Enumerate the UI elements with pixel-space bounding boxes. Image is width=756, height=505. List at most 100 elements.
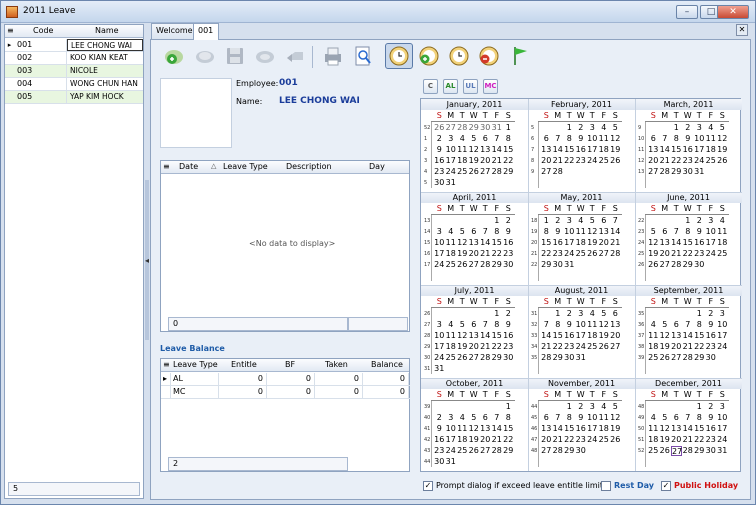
calendar-day[interactable]: 17 — [446, 156, 457, 166]
calendar-day[interactable]: 30 — [694, 260, 705, 270]
calendar-day[interactable]: 12 — [648, 238, 659, 248]
entitle-cell[interactable]: 0 — [219, 373, 267, 385]
calendar-day[interactable]: 3 — [694, 123, 705, 133]
calendar-day[interactable]: 24 — [446, 167, 457, 177]
calendar-day[interactable]: 13 — [610, 320, 621, 330]
calendar-day[interactable]: 5 — [660, 320, 671, 330]
calendar-day[interactable]: 31 — [576, 353, 587, 363]
calendar-day[interactable]: 14 — [541, 331, 552, 341]
calendar-day[interactable]: 29 — [492, 353, 503, 363]
calendar-day[interactable]: 29 — [694, 353, 705, 363]
calendar-day[interactable]: 16 — [553, 238, 564, 248]
calendar-day[interactable]: 20 — [648, 156, 659, 166]
calendar-day[interactable]: 16 — [564, 331, 575, 341]
calendar-day[interactable]: 20 — [480, 435, 491, 445]
calendar-day[interactable]: 14 — [492, 424, 503, 434]
calendar-day[interactable]: 21 — [683, 435, 694, 445]
calendar-day[interactable]: 8 — [503, 413, 514, 423]
calendar-day[interactable]: 11 — [446, 331, 457, 341]
employee-code-cell[interactable]: 002 — [14, 52, 67, 64]
calendar-day[interactable]: 19 — [469, 435, 480, 445]
calendar-day[interactable]: 6 — [480, 413, 491, 423]
prompt-exceed-checkbox[interactable]: ✓ — [423, 481, 433, 491]
calendar-day[interactable]: 20 — [660, 249, 671, 259]
calendar-day[interactable]: 3 — [446, 134, 457, 144]
calendar-day[interactable]: 15 — [671, 145, 682, 155]
calendar-day[interactable]: 18 — [717, 238, 728, 248]
calendar-day[interactable]: 2 — [576, 402, 587, 412]
calendar-day[interactable]: 22 — [671, 156, 682, 166]
employee-photo[interactable] — [160, 78, 232, 148]
calendar-day[interactable]: 15 — [492, 238, 503, 248]
calendar-day[interactable]: 12 — [599, 320, 610, 330]
print-icon[interactable] — [321, 44, 345, 68]
calendar-day[interactable]: 2 — [706, 402, 717, 412]
calendar-day[interactable]: 8 — [564, 134, 575, 144]
calendar-day[interactable]: 15 — [503, 424, 514, 434]
calendar-day[interactable]: 15 — [564, 424, 575, 434]
calendar-day[interactable]: 18 — [446, 249, 457, 259]
calendar-day[interactable]: 24 — [576, 342, 587, 352]
calendar-day[interactable]: 26 — [660, 446, 671, 456]
calendar-day[interactable]: 9 — [576, 134, 587, 144]
calendar-day[interactable]: 2 — [434, 134, 445, 144]
calendar-day[interactable]: 13 — [469, 238, 480, 248]
calendar-day[interactable]: 8 — [564, 413, 575, 423]
calendar-day[interactable]: 30 — [683, 167, 694, 177]
calendar-day[interactable]: 11 — [457, 424, 468, 434]
calendar-day[interactable]: 18 — [457, 435, 468, 445]
tab-close-button[interactable]: ✕ — [736, 24, 748, 36]
leave-type-button-mc[interactable]: MC — [483, 79, 498, 94]
calendar-day[interactable]: 12 — [469, 424, 480, 434]
calendar-day[interactable]: 29 — [694, 446, 705, 456]
calendar-day[interactable]: 31 — [446, 457, 457, 467]
calendar-day[interactable]: 30 — [706, 446, 717, 456]
calendar-day[interactable]: 20 — [599, 238, 610, 248]
leave-clock-icon[interactable] — [387, 44, 411, 68]
close-button[interactable]: ✕ — [717, 5, 749, 19]
save-icon[interactable] — [223, 44, 247, 68]
calendar-day[interactable]: 22 — [694, 342, 705, 352]
calendar-day[interactable]: 12 — [469, 145, 480, 155]
calendar-day[interactable]: 10 — [446, 145, 457, 155]
calendar-day[interactable]: 21 — [492, 156, 503, 166]
calendar-day[interactable]: 23 — [503, 342, 514, 352]
calendar-day[interactable]: 27 — [671, 353, 682, 363]
calendar-day[interactable]: 30 — [564, 353, 575, 363]
calendar-day[interactable]: 6 — [469, 320, 480, 330]
calendar-day[interactable]: 9 — [694, 227, 705, 237]
calendar-day[interactable]: 4 — [587, 309, 598, 319]
calendar-day[interactable]: 3 — [434, 227, 445, 237]
employee-name-cell[interactable]: NICOLE — [67, 65, 143, 77]
calendar-day[interactable]: 15 — [564, 145, 575, 155]
description-column-header[interactable]: Description — [286, 162, 332, 171]
calendar-day[interactable]: 14 — [683, 424, 694, 434]
calendar-day[interactable]: 22 — [503, 156, 514, 166]
calendar-day[interactable]: 5 — [469, 134, 480, 144]
calendar-day[interactable]: 24 — [717, 342, 728, 352]
calendar-day[interactable]: 28 — [480, 353, 491, 363]
leave-type-button-al[interactable]: AL — [443, 79, 458, 94]
calendar-day[interactable]: 5 — [717, 123, 728, 133]
calendar-day[interactable]: 26 — [457, 260, 468, 270]
calendar-day[interactable]: 18 — [648, 435, 659, 445]
calendar-day[interactable]: 14 — [553, 145, 564, 155]
calendar-day[interactable]: 29 — [671, 167, 682, 177]
calendar-day[interactable]: 21 — [492, 435, 503, 445]
employee-name-cell[interactable]: WONG CHUN HAN — [67, 78, 143, 90]
calendar-day[interactable]: 8 — [503, 134, 514, 144]
calendar-day[interactable]: 4 — [576, 216, 587, 226]
calendar-day[interactable]: 2 — [683, 123, 694, 133]
calendar-day[interactable]: 27 — [469, 260, 480, 270]
calendar-day[interactable]: 20 — [671, 342, 682, 352]
calendar-day[interactable]: 11 — [717, 227, 728, 237]
calendar-day[interactable]: 12 — [610, 413, 621, 423]
calendar-day[interactable]: 30 — [480, 123, 491, 133]
calendar-day[interactable]: 31 — [492, 123, 503, 133]
calendar-day[interactable]: 27 — [446, 123, 457, 133]
employee-name-cell[interactable]: LEE CHONG WAI — [67, 39, 143, 51]
calendar-day[interactable]: 3 — [706, 216, 717, 226]
calendar-day[interactable]: 7 — [480, 227, 491, 237]
calendar-day[interactable]: 21 — [683, 342, 694, 352]
calendar-day[interactable]: 9 — [706, 320, 717, 330]
